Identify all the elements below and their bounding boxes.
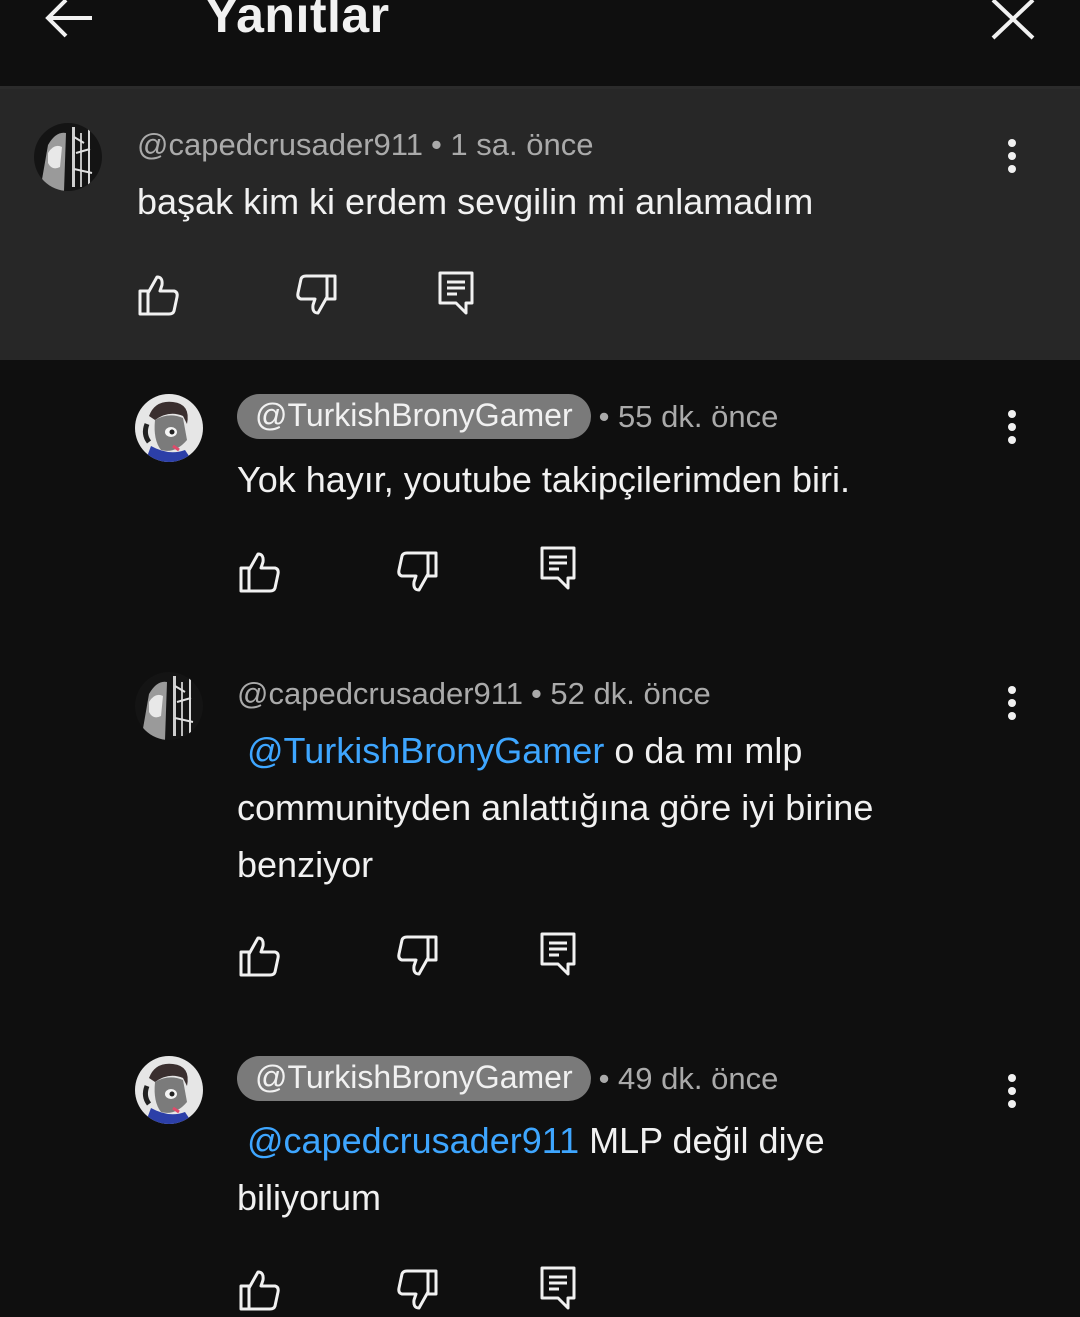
comment-meta: @TurkishBronyGamer • 55 dk. önce xyxy=(237,394,786,439)
thumbs-up-icon xyxy=(239,936,280,977)
thumbs-down-icon xyxy=(397,1269,438,1310)
close-icon xyxy=(991,0,1035,40)
reply-button[interactable] xyxy=(538,546,582,590)
arrow-left-icon xyxy=(45,0,92,38)
avatar[interactable] xyxy=(135,672,203,740)
comment-line: communityden anlattığına göre iyi birine xyxy=(237,787,874,828)
reply-button[interactable] xyxy=(436,271,480,315)
comment-line: biliyorum xyxy=(237,1177,382,1218)
dislike-button[interactable] xyxy=(294,273,338,317)
avatar[interactable] xyxy=(34,123,102,191)
reply-comment-icon xyxy=(540,546,576,590)
more-options-button[interactable] xyxy=(1002,1072,1022,1116)
more-vertical-icon xyxy=(1008,686,1016,720)
more-vertical-icon xyxy=(1008,139,1016,173)
parent-comment: @capedcrusader911 • 1 sa. önce başak kim… xyxy=(0,89,1080,360)
comment-text: başak kim ki erdem sevgilin mi anlamadım xyxy=(137,181,814,222)
page-title: Yanıtlar xyxy=(205,0,390,43)
more-vertical-icon xyxy=(1008,410,1016,444)
comment-author[interactable]: @capedcrusader911 xyxy=(237,676,523,712)
comment-text: Yok hayır, youtube takipçilerimden biri. xyxy=(237,459,851,500)
back-button[interactable] xyxy=(40,0,100,40)
mention-link[interactable]: @capedcrusader911 xyxy=(247,1120,579,1161)
comment-line: benziyor xyxy=(237,844,374,885)
more-options-button[interactable] xyxy=(1002,408,1022,452)
app-header: Yanıtlar xyxy=(0,0,1080,89)
thumbs-up-icon xyxy=(138,275,179,316)
avatar[interactable] xyxy=(135,1056,203,1124)
like-button[interactable] xyxy=(238,934,282,978)
reply-button[interactable] xyxy=(538,1266,582,1310)
reply-comment-icon xyxy=(540,1266,576,1310)
comment-time: • 1 sa. önce xyxy=(430,127,594,162)
like-button[interactable] xyxy=(238,550,282,594)
dislike-button[interactable] xyxy=(395,550,439,594)
like-button[interactable] xyxy=(238,1268,282,1312)
comment-line-text: o da mı mlp xyxy=(604,730,803,771)
thumbs-down-icon xyxy=(397,551,438,592)
comment-meta: @TurkishBronyGamer • 49 dk. önce xyxy=(237,1056,786,1101)
comment-line: @TurkishBronyGamer o da mı mlp xyxy=(237,722,873,779)
comment-line-text: MLP değil diye xyxy=(579,1120,825,1161)
comment-time: • 55 dk. önce xyxy=(598,398,779,434)
reply-comment-icon xyxy=(438,271,474,315)
comment-time: • 52 dk. önce xyxy=(530,676,711,711)
reply-comment: @TurkishBronyGamer • 49 dk. önce @capedc… xyxy=(0,1020,1080,1311)
creator-handle-badge[interactable]: @TurkishBronyGamer xyxy=(237,394,591,439)
reply-button[interactable] xyxy=(538,932,582,976)
thumbs-down-icon xyxy=(296,274,337,315)
more-vertical-icon xyxy=(1008,1074,1016,1108)
avatar[interactable] xyxy=(135,394,203,462)
more-options-button[interactable] xyxy=(1002,137,1022,181)
thumbs-up-icon xyxy=(239,1270,280,1311)
thumbs-down-icon xyxy=(397,935,438,976)
mention-link[interactable]: @TurkishBronyGamer xyxy=(247,730,604,771)
reply-comment: @TurkishBronyGamer • 55 dk. önce Yok hay… xyxy=(0,360,1080,634)
dislike-button[interactable] xyxy=(395,934,439,978)
like-button[interactable] xyxy=(137,273,181,317)
dislike-button[interactable] xyxy=(395,1268,439,1312)
comment-meta: @capedcrusader911 • 52 dk. önce xyxy=(237,676,719,712)
comment-line: @capedcrusader911 MLP değil diye xyxy=(237,1112,825,1169)
more-options-button[interactable] xyxy=(1002,684,1022,728)
comment-text: @capedcrusader911 MLP değil diye biliyor… xyxy=(237,1112,825,1226)
reply-comment-icon xyxy=(540,932,576,976)
close-button[interactable] xyxy=(986,0,1040,42)
comment-author[interactable]: @capedcrusader911 xyxy=(137,127,423,163)
creator-handle-badge[interactable]: @TurkishBronyGamer xyxy=(237,1056,591,1101)
comment-time: • 49 dk. önce xyxy=(598,1060,779,1096)
thumbs-up-icon xyxy=(239,552,280,593)
reply-comment: @capedcrusader911 • 52 dk. önce @Turkish… xyxy=(0,634,1080,1020)
comment-text: @TurkishBronyGamer o da mı mlp community… xyxy=(237,722,873,893)
comment-meta: @capedcrusader911 • 1 sa. önce xyxy=(137,127,601,163)
